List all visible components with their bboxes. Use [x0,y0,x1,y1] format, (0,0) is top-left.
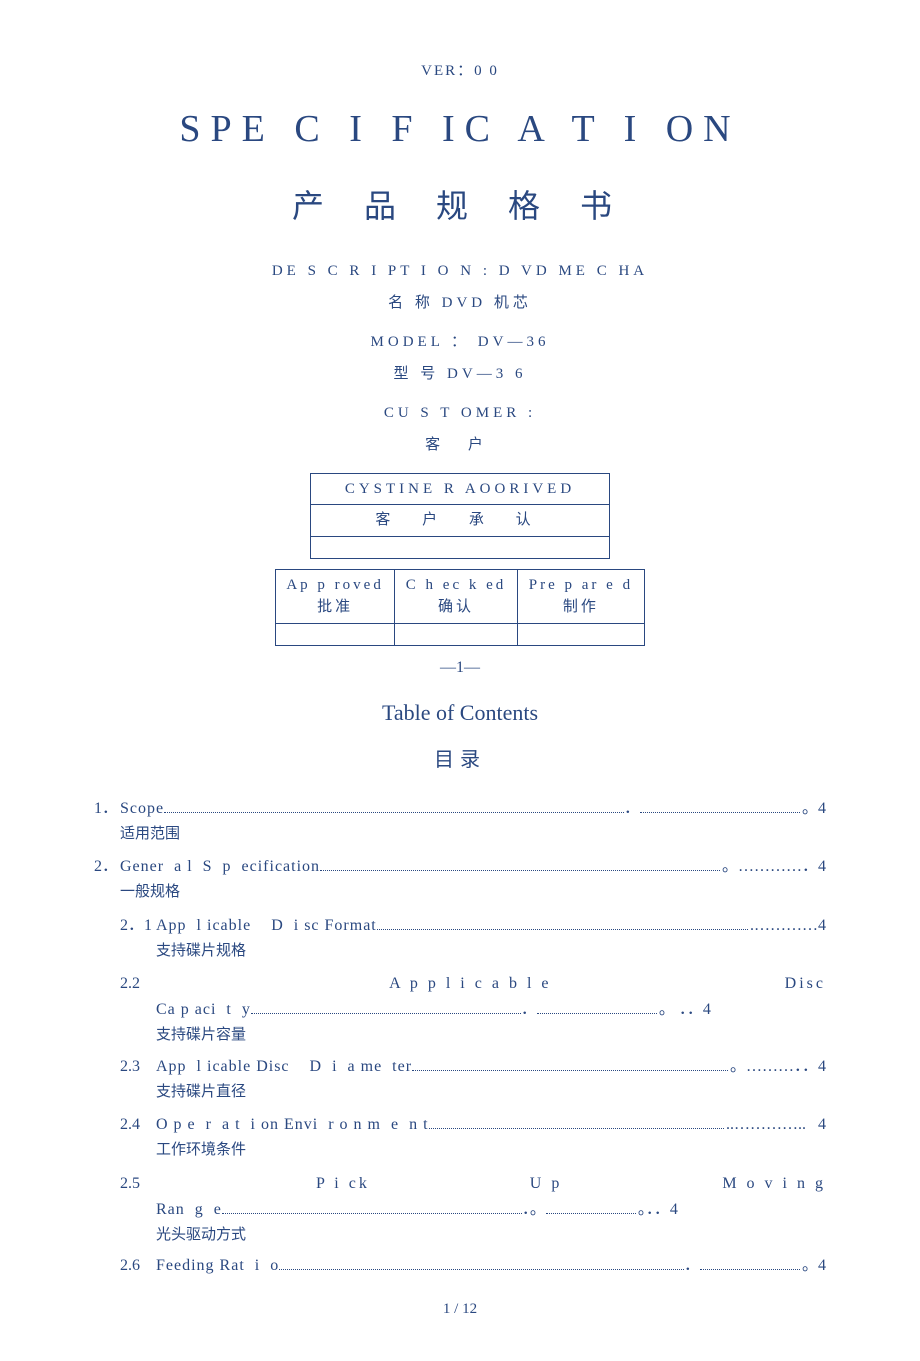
table-of-contents: 1． Scope ． 。4 适用范围 2． Gener a l S p ecif… [90,797,830,1279]
toc-label: Ran g e [156,1198,222,1222]
prepared-en: Pre p ar e d [520,574,642,597]
model-chinese: 型 号 DV—3 6 [90,363,830,386]
page-number-footer: 1 / 12 [90,1298,830,1321]
toc-page: 。4 [802,1254,826,1278]
toc-spacer: ． [624,797,640,821]
description-block: DE S C R I PT I O N : D VD ME C HA 名 称 D… [90,260,830,315]
toc-item-pickup-range: 2.5 P i ck U p M o v i n g Ran g e ．。 。．… [120,1172,826,1247]
toc-label-cn: 支持碟片直径 [156,1081,826,1104]
toc-num: 2.6 [120,1254,156,1278]
toc-dots [700,1260,800,1270]
toc-dots [412,1061,728,1071]
page-break-marker: —1— [90,656,830,680]
toc-label-cn: 支持碟片规格 [156,940,826,963]
toc-spacer: ．。 [522,1198,546,1222]
description-english: DE S C R I PT I O N : D VD ME C HA [90,260,830,283]
toc-dots [251,1004,521,1014]
toc-dots [546,1204,636,1214]
checked-cell: C h ec k ed 确认 [395,569,518,623]
toc-item-operation-env: 2.4 O p e r a t i on Envi r o n m e n t … [120,1113,826,1170]
toc-dots [222,1204,522,1214]
toc-item-disc-capacity: 2.2 A p p l i c a b l e Disc Ca p aci t … [120,972,826,1047]
toc-label: Scope [120,797,164,821]
customer-approved-cn: 客 户 承 认 [311,505,610,537]
toc-num: 1． [94,797,120,854]
toc-dots [377,920,748,930]
toc-page: 。4 [802,797,826,821]
prepared-cn: 制作 [520,596,642,619]
approved-en: Ap p roved [278,574,392,597]
toc-word: U p [530,1172,563,1196]
toc-label: Gener a l S p ecification [120,855,320,879]
toc-num: 2.2 [120,972,156,996]
toc-heading-chinese: 目录 [90,745,830,775]
toc-item-disc-format: 2．1 App l icable D i sc Format .…………4 支持… [120,914,826,971]
model-block: MODEL ： DV—36 型 号 DV—3 6 [90,331,830,386]
toc-spacer: ． [684,1254,700,1278]
toc-page: .…………4 [750,914,826,938]
prepared-cell: Pre p ar e d 制作 [517,569,644,623]
toc-dots [537,1004,657,1014]
toc-num: 2.5 [120,1172,156,1196]
toc-num: 2.4 [120,1113,156,1170]
toc-label-cn: 工作环境条件 [156,1139,826,1162]
description-chinese: 名 称 DVD 机芯 [90,292,830,315]
toc-item-general-spec: 2． Gener a l S p ecification 。…………．4 一般规… [94,855,826,912]
toc-item-disc-diameter: 2.3 App l icable Disc D i a me ter 。………．… [120,1055,826,1112]
toc-label-cn: 一般规格 [120,881,826,904]
toc-label-cn: 适用范围 [120,823,826,846]
toc-label-cn: 支持碟片容量 [156,1024,826,1047]
toc-label: O p e r a t i on Envi r o n m e n t [156,1113,429,1137]
customer-approved-table: CYSTINE R AOORIVED 客 户 承 认 [310,473,610,559]
toc-word: P i ck [316,1172,370,1196]
toc-heading-english: Table of Contents [90,696,830,729]
toc-word: A p p l i c a b l e [389,972,551,996]
title-chinese: 产 品 规 格 书 [90,182,830,230]
prepared-blank [517,623,644,645]
toc-item-scope: 1． Scope ． 。4 适用范围 [94,797,826,854]
toc-page: 。………．．4 [730,1055,826,1079]
customer-english: CU S T OMER : [90,402,830,425]
checked-en: C h ec k ed [397,574,515,597]
toc-label: App l icable D i sc Format [156,914,377,938]
approved-blank [276,623,395,645]
model-english: MODEL ： DV—36 [90,331,830,354]
toc-dots [279,1260,684,1270]
toc-word: Disc [785,972,826,996]
approved-cn: 批准 [278,596,392,619]
toc-label: App l icable Disc D i a me ter [156,1055,412,1079]
toc-label-cn: 光头驱动方式 [156,1224,826,1247]
signoff-table: Ap p roved 批准 C h ec k ed 确认 Pre p ar e … [275,569,645,646]
customer-approved-blank [311,536,610,558]
toc-page: 。 ．．4 [659,998,711,1022]
toc-num: 2． [94,855,120,912]
toc-num: 2．1 [120,914,156,971]
toc-label: Ca p aci t y [156,998,251,1022]
approved-cell: Ap p roved 批准 [276,569,395,623]
toc-label: Feeding Rat i o [156,1254,279,1278]
toc-dots [164,803,624,813]
toc-num: 2.3 [120,1055,156,1112]
customer-chinese: 客 户 [90,434,830,457]
toc-page: 。…………．4 [722,855,826,879]
customer-block: CU S T OMER : 客 户 [90,402,830,457]
toc-page: 。．．4 [638,1198,678,1222]
customer-approved-en: CYSTINE R AOORIVED [311,473,610,505]
toc-dots [320,861,720,871]
checked-blank [395,623,518,645]
toc-dots [429,1119,724,1129]
toc-word: M o v i n g [722,1172,826,1196]
toc-page: ..………….. 4 [726,1113,826,1137]
toc-dots [640,803,800,813]
toc-item-feeding-ratio: 2.6 Feeding Rat i o ． 。4 [120,1254,826,1278]
title-english: SPE C I F IC A T I ON [90,101,830,158]
version-label: VER：0 0 [90,60,830,83]
toc-spacer: ． [521,998,537,1022]
checked-cn: 确认 [397,596,515,619]
